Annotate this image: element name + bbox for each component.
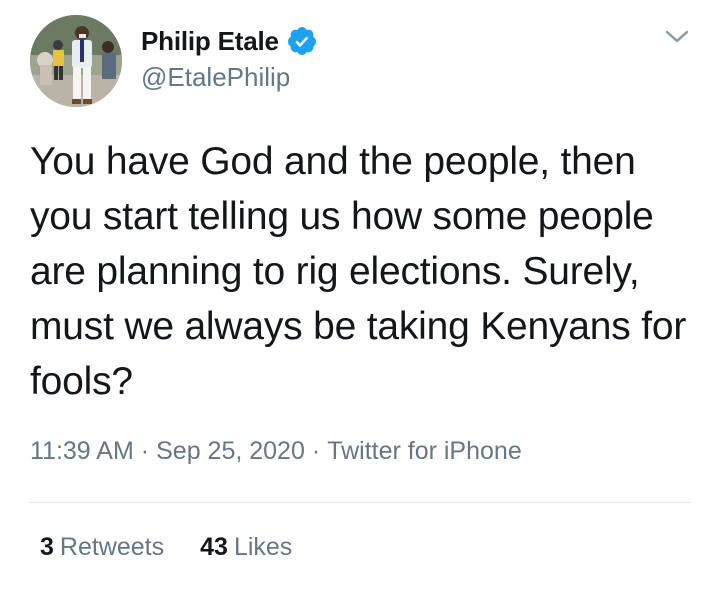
tweet-meta: 11:39 AM · Sep 25, 2020 · Twitter for iPhone [30,437,522,466]
profile-photo [30,15,122,107]
likes-stat[interactable]: 43 Likes [200,533,292,562]
author-name-row[interactable]: Philip Etale [141,24,318,58]
author-display-name[interactable]: Philip Etale [141,26,279,57]
chevron-down-icon[interactable] [664,28,690,46]
retweets-label: Retweets [59,533,165,561]
tweet-date[interactable]: Sep 25, 2020 [156,437,305,465]
avatar[interactable] [30,15,122,107]
divider [30,502,690,503]
tweet-source[interactable]: Twitter for iPhone [327,437,522,465]
author-handle[interactable]: @EtalePhilip [141,62,290,93]
retweets-count: 3 [40,533,54,561]
tweet-time[interactable]: 11:39 AM [30,437,134,465]
meta-separator: · [140,437,150,465]
verified-badge-icon [286,25,318,57]
likes-label: Likes [233,533,293,561]
tweet-stats: 3 Retweets 43 Likes [40,533,292,562]
meta-separator: · [311,437,321,465]
tweet-text: You have God and the people, then you st… [30,140,687,403]
likes-count: 43 [200,533,228,561]
retweets-stat[interactable]: 3 Retweets [40,533,164,562]
